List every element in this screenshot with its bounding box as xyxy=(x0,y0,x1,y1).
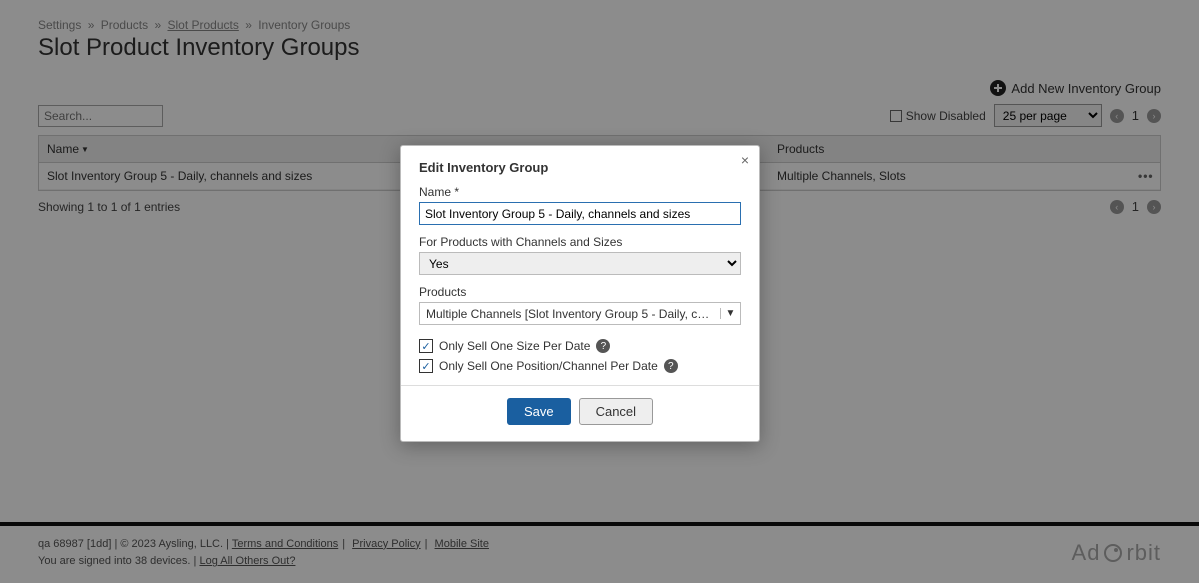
products-combobox[interactable]: Multiple Channels [Slot Inventory Group … xyxy=(419,302,741,325)
only-size-checkbox[interactable]: ✓ xyxy=(419,339,433,353)
help-icon[interactable]: ? xyxy=(664,359,678,373)
chevron-down-icon: ▼ xyxy=(720,308,740,319)
modal-title: Edit Inventory Group xyxy=(419,160,741,175)
name-label: Name * xyxy=(419,185,741,199)
cancel-button[interactable]: Cancel xyxy=(579,398,653,425)
save-button[interactable]: Save xyxy=(507,398,571,425)
for-products-select[interactable]: Yes xyxy=(419,252,741,275)
for-products-label: For Products with Channels and Sizes xyxy=(419,235,741,249)
products-label: Products xyxy=(419,285,741,299)
help-icon[interactable]: ? xyxy=(596,339,610,353)
only-size-label: Only Sell One Size Per Date xyxy=(439,339,590,353)
only-position-label: Only Sell One Position/Channel Per Date xyxy=(439,359,658,373)
close-icon[interactable]: × xyxy=(741,152,749,168)
edit-inventory-group-modal: × Edit Inventory Group Name * For Produc… xyxy=(400,145,760,442)
products-selected: Multiple Channels [Slot Inventory Group … xyxy=(420,307,720,321)
only-position-checkbox[interactable]: ✓ xyxy=(419,359,433,373)
name-input[interactable] xyxy=(419,202,741,225)
